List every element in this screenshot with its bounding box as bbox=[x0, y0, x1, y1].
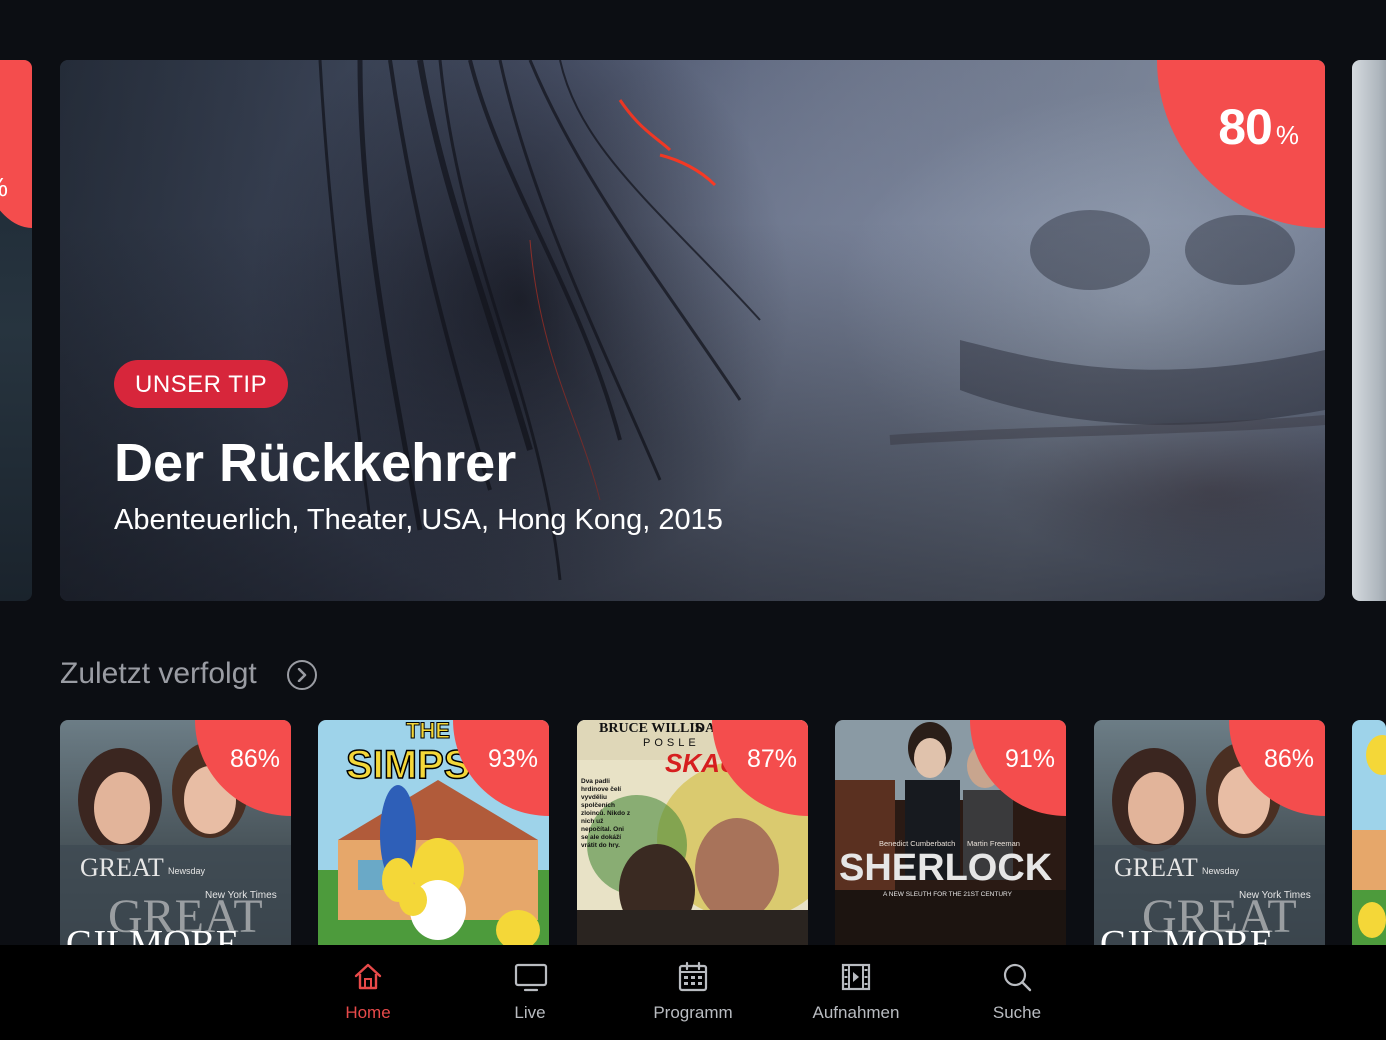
score-unit: % bbox=[1275, 120, 1299, 150]
score-value: 86% bbox=[229, 745, 280, 773]
nav-label: Suche bbox=[992, 1003, 1042, 1022]
poster-text-line: BRUCE WILLIS bbox=[599, 721, 703, 736]
hero-featured-card[interactable]: 80% UNSER TIP Der Rückkehrer Abenteuerli… bbox=[60, 60, 1325, 601]
calendar-icon bbox=[678, 961, 708, 992]
score-value: 80 bbox=[1218, 99, 1273, 155]
score-value: 91% bbox=[1004, 745, 1055, 773]
film-icon bbox=[841, 963, 871, 991]
content-card[interactable]: Benedict Cumberbatch Martin Freeman SHER… bbox=[835, 720, 1066, 945]
hero-title: Der Rückkehrer bbox=[114, 433, 517, 493]
poster-text-line: Dva padli hrdinove čelí vyvděliu spolčen… bbox=[581, 778, 631, 848]
poster-text-line: A NEW SLEUTH FOR THE 21ST CENTURY bbox=[883, 891, 1013, 898]
poster-text-line: GREAT bbox=[80, 853, 164, 882]
nav-label: Home bbox=[345, 1003, 391, 1022]
content-card[interactable]: GREAT Newsday New York Times GREAT GILMO… bbox=[60, 720, 291, 945]
section-title: Zuletzt verfolgt bbox=[60, 657, 257, 690]
nav-item-aufnahmen[interactable]: Aufnahmen bbox=[781, 945, 931, 1040]
nav-item-programm[interactable]: Programm bbox=[618, 945, 768, 1040]
nav-label: Programm bbox=[653, 1003, 733, 1022]
search-icon bbox=[1003, 963, 1032, 992]
nav-label: Aufnahmen bbox=[812, 1003, 900, 1022]
hero-next-card[interactable] bbox=[1352, 60, 1386, 601]
score-value: 86% bbox=[1263, 745, 1314, 773]
content-card[interactable]: BRUCE WILLIS DA POSLE SKAU Dva padli hrd… bbox=[577, 720, 808, 945]
poster-text-line: GREAT bbox=[1114, 853, 1198, 882]
poster-text-line: GILMORE bbox=[1100, 923, 1273, 945]
tip-badge: UNSER TIP bbox=[114, 360, 289, 408]
nav-label: Live bbox=[514, 1003, 546, 1022]
chevron-right-circle-icon[interactable] bbox=[287, 660, 317, 690]
bottom-nav: Home Live Programm Aufnahmen Suche bbox=[0, 945, 1386, 1040]
hero-meta: Abenteuerlich, Theater, USA, Hong Kong, … bbox=[114, 504, 723, 536]
poster-text-line: Newsday bbox=[1202, 866, 1240, 876]
nav-item-home[interactable]: Home bbox=[293, 945, 443, 1040]
content-card[interactable]: THE SIMPS 93% bbox=[318, 720, 549, 945]
nav-item-live[interactable]: Live bbox=[455, 945, 605, 1040]
poster-text-line: Newsday bbox=[168, 866, 206, 876]
content-card-peek[interactable] bbox=[1352, 720, 1386, 945]
poster-text-line: THE bbox=[406, 720, 450, 743]
poster-text-line: SIMPS bbox=[346, 743, 470, 787]
score-unit: % bbox=[0, 172, 8, 203]
home-icon bbox=[354, 963, 382, 990]
nav-item-suche[interactable]: Suche bbox=[942, 945, 1092, 1040]
score-value: 87% bbox=[746, 745, 797, 773]
hero-prev-card[interactable]: % bbox=[0, 60, 32, 601]
poster-image bbox=[1352, 720, 1386, 945]
poster-text-line: SHERLOCK bbox=[839, 847, 1053, 889]
tv-icon bbox=[514, 963, 548, 992]
score-value: 93% bbox=[487, 745, 538, 773]
poster-text-line: GILMORE bbox=[66, 923, 239, 945]
content-card[interactable]: GREAT Newsday New York Times GREAT GILMO… bbox=[1094, 720, 1325, 945]
